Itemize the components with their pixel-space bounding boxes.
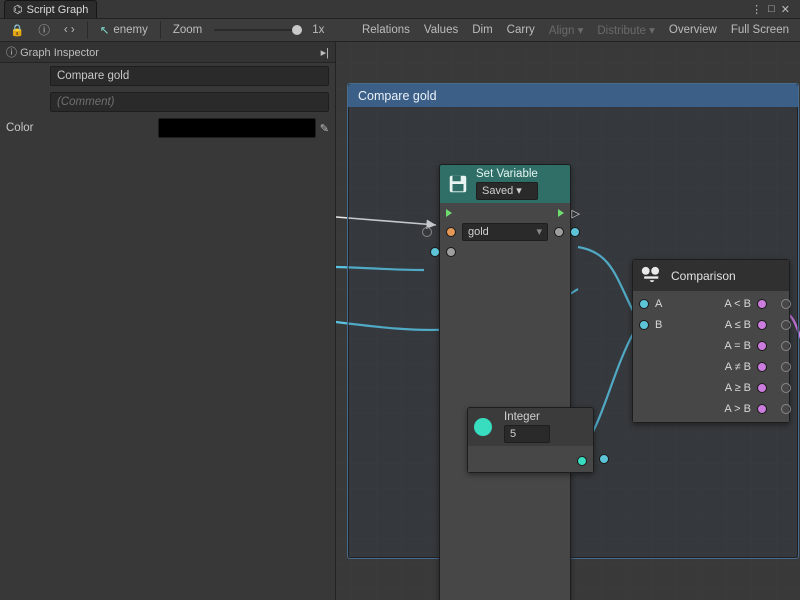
- comparison-lt-ext[interactable]: [781, 299, 791, 309]
- variable-name-dropdown[interactable]: gold ▾: [462, 223, 548, 241]
- comparison-lt-port[interactable]: [757, 299, 767, 309]
- graph-icon: ⌬: [13, 3, 23, 16]
- enemy-icon: ↖: [100, 23, 110, 37]
- object-reference-label: enemy: [113, 24, 148, 36]
- node-comparison-title: Comparison: [671, 269, 736, 283]
- comparison-lte-ext[interactable]: [781, 320, 791, 330]
- node-integer[interactable]: Integer 5: [467, 407, 594, 473]
- window-tab-title: Script Graph: [27, 4, 89, 16]
- node-set-variable[interactable]: Set Variable Saved ▾ ▷ gold ▾: [439, 164, 571, 600]
- inspector-header-title: Graph Inspector: [20, 47, 99, 59]
- comparison-lt-label: A < B: [724, 298, 751, 310]
- value-in-port[interactable]: [446, 247, 456, 257]
- menu-carry[interactable]: Carry: [500, 20, 542, 40]
- comparison-a-port[interactable]: [639, 299, 649, 309]
- comparison-gt-label: A > B: [724, 403, 751, 415]
- zoom-slider[interactable]: [214, 29, 300, 31]
- breadcrumb-button[interactable]: ‹ ›: [58, 23, 81, 37]
- lock-button[interactable]: 🔒: [4, 22, 30, 38]
- comparison-eq-port[interactable]: [757, 341, 767, 351]
- integer-type-icon: [474, 418, 492, 436]
- chevron-down-icon: ▾: [536, 224, 542, 240]
- object-reference[interactable]: ↖ enemy: [94, 22, 154, 38]
- group-comment-input[interactable]: (Comment): [50, 92, 329, 112]
- color-label: Color: [6, 122, 50, 134]
- breadcrumb-icon: ‹ ›: [64, 24, 75, 36]
- menu-distribute[interactable]: Distribute ▾: [590, 19, 662, 41]
- inspector-info-icon: ⓘ: [6, 47, 20, 59]
- integer-out-port-outer[interactable]: [599, 454, 609, 464]
- flow-out-trigger-icon: ▷: [572, 207, 580, 220]
- window-close-button[interactable]: ✕: [781, 3, 790, 16]
- comparison-gte-port[interactable]: [757, 383, 767, 393]
- window-menu-button[interactable]: ⋮: [751, 3, 762, 16]
- window-maximize-button[interactable]: □: [768, 3, 775, 16]
- lock-icon: 🔒: [10, 23, 24, 37]
- value-in-port-outer[interactable]: [430, 247, 440, 257]
- comparison-b-port[interactable]: [639, 320, 649, 330]
- window-tab[interactable]: ⌬ Script Graph: [4, 0, 97, 18]
- integer-value-input[interactable]: 5: [504, 425, 550, 443]
- value-out-port[interactable]: [570, 227, 580, 237]
- variable-scope-dropdown[interactable]: Saved ▾: [476, 182, 538, 200]
- menu-values[interactable]: Values: [417, 20, 465, 40]
- eyedropper-button[interactable]: ✎: [320, 122, 329, 135]
- menu-dim[interactable]: Dim: [465, 20, 499, 40]
- info-icon: ⓘ: [38, 22, 50, 38]
- zoom-value: 1x: [306, 23, 330, 37]
- comparison-neq-label: A ≠ B: [725, 361, 751, 373]
- group-title-value: Compare gold: [57, 67, 129, 85]
- node-group-title[interactable]: Compare gold: [348, 84, 798, 107]
- group-title-input[interactable]: Compare gold: [50, 66, 329, 86]
- node-comparison[interactable]: Comparison A A < B B A ≤ B A = B A ≠ B A…: [632, 259, 790, 423]
- comparison-gt-port[interactable]: [757, 404, 767, 414]
- flow-out-port[interactable]: [558, 209, 564, 217]
- zoom-label: Zoom: [167, 23, 208, 37]
- comparison-lte-label: A ≤ B: [725, 319, 751, 331]
- menu-relations[interactable]: Relations: [355, 20, 417, 40]
- comparison-gte-ext[interactable]: [781, 383, 791, 393]
- integer-out-port[interactable]: [577, 456, 587, 466]
- info-button[interactable]: ⓘ: [32, 21, 56, 39]
- zoom-slider-thumb[interactable]: [292, 25, 302, 35]
- comparison-a-label: A: [655, 298, 662, 310]
- menu-overview[interactable]: Overview: [662, 20, 724, 40]
- comparison-neq-port[interactable]: [757, 362, 767, 372]
- comparison-icon: [641, 266, 663, 285]
- menu-full-screen[interactable]: Full Screen: [724, 20, 796, 40]
- comparison-neq-ext[interactable]: [781, 362, 791, 372]
- comparison-eq-ext[interactable]: [781, 341, 791, 351]
- inspector-collapse-button[interactable]: ▸|: [321, 46, 329, 59]
- value-out-port-dummy[interactable]: [554, 227, 564, 237]
- name-in-port[interactable]: [446, 227, 456, 237]
- comparison-eq-label: A = B: [724, 340, 751, 352]
- save-icon: [446, 172, 470, 196]
- node-integer-title: Integer: [504, 411, 550, 423]
- flow-in-port[interactable]: [446, 209, 452, 217]
- comparison-lte-port[interactable]: [757, 320, 767, 330]
- obj-in-port[interactable]: [422, 227, 432, 237]
- color-swatch[interactable]: [158, 118, 316, 138]
- comparison-b-label: B: [655, 319, 662, 331]
- menu-align[interactable]: Align ▾: [542, 19, 591, 41]
- graph-inspector-panel: ⓘ Graph Inspector ▸| Compare gold (Comme…: [0, 42, 336, 600]
- node-set-variable-title: Set Variable: [476, 168, 538, 180]
- comparison-gt-ext[interactable]: [781, 404, 791, 414]
- comparison-gte-label: A ≥ B: [725, 382, 751, 394]
- variable-name-value: gold: [468, 224, 489, 240]
- graph-canvas[interactable]: Compare gold Set Variable Saved ▾ ▷: [336, 42, 800, 600]
